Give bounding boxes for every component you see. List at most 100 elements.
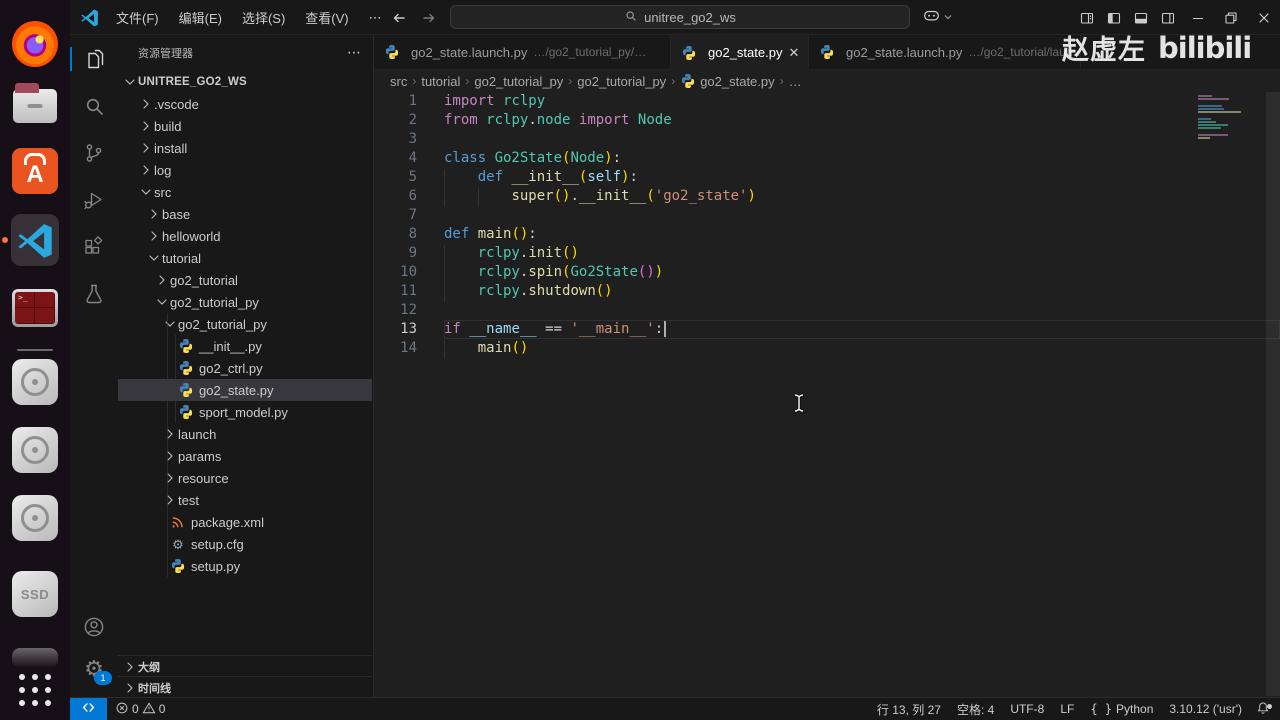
breadcrumb-item[interactable]: tutorial [421,74,460,89]
tree-item-go2_state.py[interactable]: go2_state.py [118,379,372,401]
tree-item-resource[interactable]: resource [118,467,372,489]
code-line[interactable]: def main(): [444,225,1280,244]
code-line[interactable]: rclpy.shutdown() [444,282,1280,301]
breadcrumb-item[interactable]: go2_state.py [680,73,775,89]
tree-item-src[interactable]: src [118,181,372,203]
code-line[interactable] [444,206,1280,225]
tree-item-build[interactable]: build [118,115,372,137]
back-icon[interactable] [388,7,410,29]
line-number[interactable]: 11 [374,282,444,301]
code-line[interactable] [444,130,1280,149]
code-line[interactable]: super().__init__('go2_state') [444,187,1280,206]
dock-item-ssd-drive[interactable]: SSD [11,570,59,618]
dock-item-file-manager[interactable] [11,82,59,130]
tree-item-install[interactable]: install [118,137,372,159]
line-number[interactable]: 10 [374,263,444,282]
activity-testing[interactable] [70,278,118,310]
breadcrumb-item[interactable]: … [789,74,802,89]
line-number[interactable]: 13 [374,320,444,339]
menu-view[interactable]: 查看(V) [295,4,358,31]
code-lines[interactable]: import rclpy from rclpy.node import Node c… [444,92,1280,696]
line-number[interactable]: 1 [374,92,444,111]
minimap[interactable] [1198,95,1260,140]
tree-item-UNITREE_GO2_WS[interactable]: UNITREE_GO2_WS [118,71,372,93]
tree-item-go2_ctrl.py[interactable]: go2_ctrl.py [118,357,372,379]
code-line[interactable]: from rclpy.node import Node [444,111,1280,130]
line-number[interactable]: 8 [374,225,444,244]
tab-close-icon[interactable]: ✕ [788,45,799,61]
breadcrumb-item[interactable]: src [390,74,407,89]
dock-item-firefox[interactable] [11,20,59,68]
status-language-mode[interactable]: { } Python [1082,698,1161,720]
code-line[interactable]: import rclpy [444,92,1280,111]
notifications-bell[interactable] [1250,701,1280,718]
dock-item-disk-utility[interactable] [11,426,59,474]
tree-item-helloworld[interactable]: helloworld [118,225,372,247]
tree-item-go2_tutorial_py[interactable]: go2_tutorial_py [118,313,372,335]
line-number-gutter[interactable]: 1 2 3 4 5 6 7 8 9 10 11 12 13 14 [374,92,444,696]
code-line[interactable]: rclpy.init() [444,244,1280,263]
tab-go2_state.launch.py-2[interactable]: go2_state.launch.py …/go2_tutorial/laun… [809,35,1081,69]
code-line[interactable]: def __init__(self): [444,168,1280,187]
activity-search[interactable] [70,90,118,122]
forward-icon[interactable] [418,7,440,29]
outline-section[interactable]: 大纲 [118,655,372,677]
code-editor[interactable]: 1 2 3 4 5 6 7 8 9 10 11 12 13 14 import rclpy from rcl… [374,92,1280,696]
line-number[interactable]: 2 [374,111,444,130]
tree-item-test[interactable]: test [118,489,372,511]
line-number[interactable]: 3 [374,130,444,149]
menu-overflow[interactable]: ⋯ [359,6,392,30]
tree-item-setup.cfg[interactable]: ⚙ setup.cfg [118,533,372,555]
dock-item-ubuntu-software[interactable]: A [11,147,59,195]
line-number[interactable]: 5 [374,168,444,187]
problems-status[interactable]: 0 0 [107,701,173,718]
activity-run-debug[interactable] [70,184,118,216]
dock-item-terminal[interactable]: >_ [11,284,59,332]
tree-item-tutorial[interactable]: tutorial [118,247,372,269]
close-button[interactable] [1247,0,1280,35]
tree-item-go2_tutorial_py[interactable]: go2_tutorial_py [118,291,372,313]
tab-go2_state.py[interactable]: go2_state.py ✕ [671,35,809,70]
activity-source-control[interactable] [70,137,118,169]
tree-item-sport_model.py[interactable]: sport_model.py [118,401,372,423]
activity-accounts[interactable] [70,611,118,643]
status-eol[interactable]: LF [1052,698,1082,720]
menu-selection[interactable]: 选择(S) [232,4,295,31]
tree-item-.vscode[interactable]: .vscode [118,93,372,115]
tree-item-params[interactable]: params [118,445,372,467]
code-line[interactable]: main() [444,339,1280,358]
tree-item-package.xml[interactable]: package.xml [118,511,372,533]
menu-edit[interactable]: 编辑(E) [169,4,232,31]
timeline-section[interactable]: 时间线 [118,676,372,698]
dock-item-vscode[interactable] [11,214,59,266]
status-cursor-position[interactable]: 行 13, 列 27 [869,698,949,720]
tree-item-launch[interactable]: launch [118,423,372,445]
code-line[interactable]: if __name__ == '__main__': [444,320,1280,339]
menu-file[interactable]: 文件(F) [106,4,169,31]
line-number[interactable]: 4 [374,149,444,168]
tree-item-go2_tutorial[interactable]: go2_tutorial [118,269,372,291]
toggle-secondary-sidebar-icon[interactable] [1154,0,1181,35]
dock-item-disk-utility[interactable] [11,494,59,542]
code-line[interactable]: class Go2State(Node): [444,149,1280,168]
toggle-panel-icon[interactable] [1127,0,1154,35]
ellipsis-icon[interactable]: ⋯ [347,44,361,61]
command-center-search[interactable]: unitree_go2_ws [450,5,910,29]
editor-scrollbar[interactable] [1266,92,1280,696]
customize-layout-icon[interactable] [1073,0,1100,35]
status-encoding[interactable]: UTF-8 [1002,698,1052,720]
dock-item-disk-utility[interactable] [11,358,59,406]
toggle-primary-sidebar-icon[interactable] [1100,0,1127,35]
status-python-interpreter[interactable]: 3.10.12 ('usr') [1161,698,1250,720]
restore-button[interactable] [1214,0,1247,35]
tree-item-base[interactable]: base [118,203,372,225]
line-number[interactable]: 12 [374,301,444,320]
line-number[interactable]: 7 [374,206,444,225]
activity-settings-gear[interactable]: ⚙ 1 [70,653,118,685]
breadcrumb-item[interactable]: go2_tutorial_py [577,74,666,89]
line-number[interactable]: 9 [374,244,444,263]
tree-item-setup.py[interactable]: setup.py [118,555,372,577]
status-indentation[interactable]: 空格: 4 [949,698,1002,720]
tree-item-log[interactable]: log [118,159,372,181]
code-line[interactable]: rclpy.spin(Go2State()) [444,263,1280,282]
